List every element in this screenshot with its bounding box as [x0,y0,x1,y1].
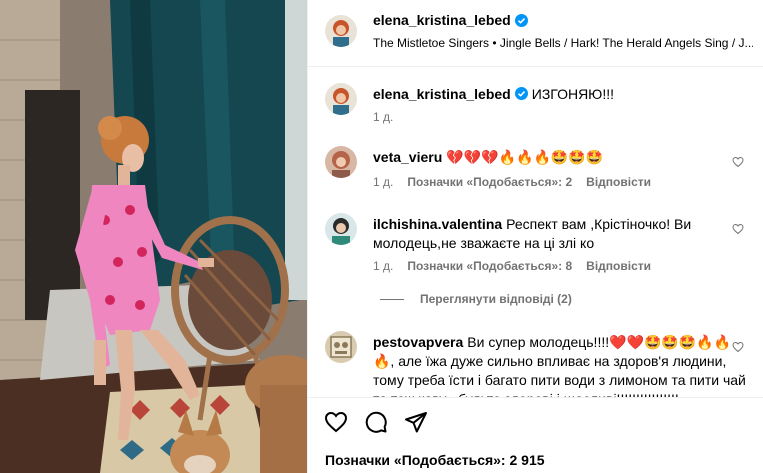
post-author-username[interactable]: elena_kristina_lebed [373,12,511,28]
comment-likes-count[interactable]: Позначки «Подобається»: 2 [407,175,572,189]
heart-icon [324,411,348,433]
comment-meta: 1 д. Позначки «Подобається»: 2 Відповіст… [373,175,651,189]
post-video[interactable] [0,0,307,473]
comment-username[interactable]: veta_vieru [373,149,442,165]
audio-track-link[interactable]: The Mistletoe Singers • Jingle Bells / H… [373,36,753,50]
comment-time[interactable]: 1 д. [373,259,393,273]
verified-badge-icon [514,13,528,27]
post-author-row: elena_kristina_lebed [373,12,528,28]
author-avatar[interactable] [325,15,357,47]
video-frame-image [0,0,307,473]
comment-text: 💔💔💔🔥🔥🔥🤩🤩🤩 [446,149,604,165]
post-side-panel: elena_kristina_lebed The Mistletoe Singe… [307,0,763,473]
view-replies-label: Переглянути відповіді (2) [420,292,572,306]
reply-button[interactable]: Відповісти [586,175,651,189]
comment-button[interactable] [364,410,388,434]
action-icons-row [324,410,428,434]
post-actions-bar: Позначки «Подобається»: 2 915 [308,397,763,473]
comment-username[interactable]: pestovapvera [373,334,463,350]
heart-icon[interactable] [732,223,744,235]
replies-divider [380,298,404,300]
like-button[interactable] [324,410,348,434]
heart-icon[interactable] [732,156,744,168]
reply-button[interactable]: Відповісти [586,259,651,273]
comment-meta: 1 д. Позначки «Подобається»: 8 Відповіст… [373,259,651,273]
comment-icon [365,411,387,433]
commenter-avatar[interactable] [325,146,357,178]
view-replies-button[interactable]: Переглянути відповіді (2) [380,292,572,306]
post-header: elena_kristina_lebed The Mistletoe Singe… [308,0,763,67]
comments-list[interactable]: elena_kristina_lebed ИЗГОНЯЮ!!! 1 д. veta… [308,67,763,397]
share-icon [405,412,427,433]
comment-body: ilchishina.valentina Респект вам ,Крістін… [373,215,746,253]
caption-time[interactable]: 1 д. [373,110,393,124]
caption-body: elena_kristina_lebed ИЗГОНЯЮ!!! [373,85,746,104]
caption-author-avatar[interactable] [325,83,357,115]
comment-time[interactable]: 1 д. [373,175,393,189]
comment-body: veta_vieru 💔💔💔🔥🔥🔥🤩🤩🤩 [373,148,746,167]
caption-username[interactable]: elena_kristina_lebed [373,86,511,102]
comment-likes-count[interactable]: Позначки «Подобається»: 8 [407,259,572,273]
comment-body: pestovapvera Ви супер молодець!!!!❤️❤️🤩🤩🤩… [373,333,746,397]
comment-username[interactable]: ilchishina.valentina [373,216,502,232]
caption-text: ИЗГОНЯЮ!!! [531,86,614,102]
commenter-avatar[interactable] [325,331,357,363]
verified-badge-icon [514,87,528,100]
heart-icon[interactable] [732,341,744,353]
commenter-avatar[interactable] [325,213,357,245]
caption-meta: 1 д. [373,110,393,124]
post-likes-count[interactable]: Позначки «Подобається»: 2 915 [325,452,545,468]
share-button[interactable] [404,410,428,434]
